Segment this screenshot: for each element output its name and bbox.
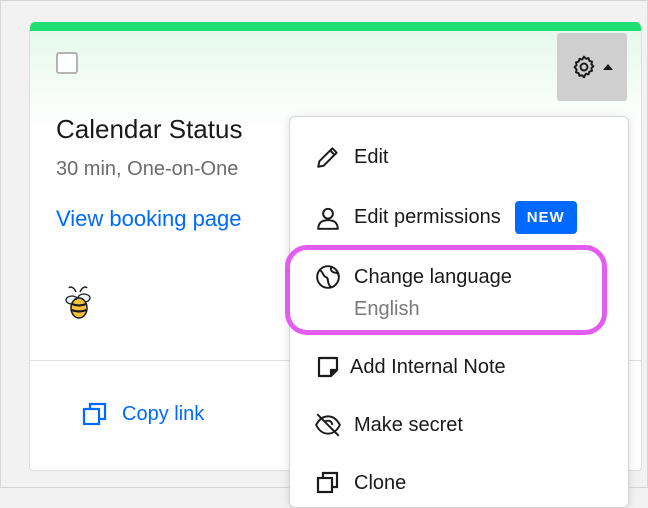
select-checkbox[interactable] xyxy=(56,52,78,74)
menu-item-clone[interactable]: Clone xyxy=(314,469,406,497)
copy-icon xyxy=(82,402,107,426)
event-duration-type: 30 min, One-on-One xyxy=(56,158,239,180)
menu-item-add-internal-note[interactable]: Add Internal Note xyxy=(314,353,506,381)
card-color-bar xyxy=(30,22,641,31)
eye-off-icon xyxy=(314,411,342,439)
menu-item-label: Edit permissions xyxy=(354,206,501,228)
menu-item-label: Clone xyxy=(354,471,407,494)
menu-item-edit[interactable]: Edit xyxy=(314,143,388,171)
new-badge: NEW xyxy=(514,201,577,234)
menu-item-label: Make secret xyxy=(354,413,463,436)
copy-link-button[interactable]: Copy link xyxy=(82,401,204,427)
user-icon xyxy=(314,204,342,232)
event-title: Calendar Status xyxy=(56,114,243,144)
view-booking-page-link[interactable]: View booking page xyxy=(56,206,242,232)
bee-icon xyxy=(65,286,91,319)
menu-item-label: Edit xyxy=(354,145,389,168)
clone-icon xyxy=(314,469,342,497)
menu-item-make-secret[interactable]: Make secret xyxy=(314,411,463,439)
pencil-icon xyxy=(314,143,342,171)
menu-item-label: Add Internal Note xyxy=(350,355,506,378)
settings-menu-button[interactable] xyxy=(557,33,627,101)
copy-link-label: Copy link xyxy=(122,402,205,425)
note-icon xyxy=(314,353,342,381)
highlight-outline xyxy=(285,245,607,335)
menu-item-edit-permissions[interactable]: Edit permissions NEW xyxy=(314,201,577,234)
caret-up-icon xyxy=(603,64,613,70)
gear-icon xyxy=(573,55,595,79)
